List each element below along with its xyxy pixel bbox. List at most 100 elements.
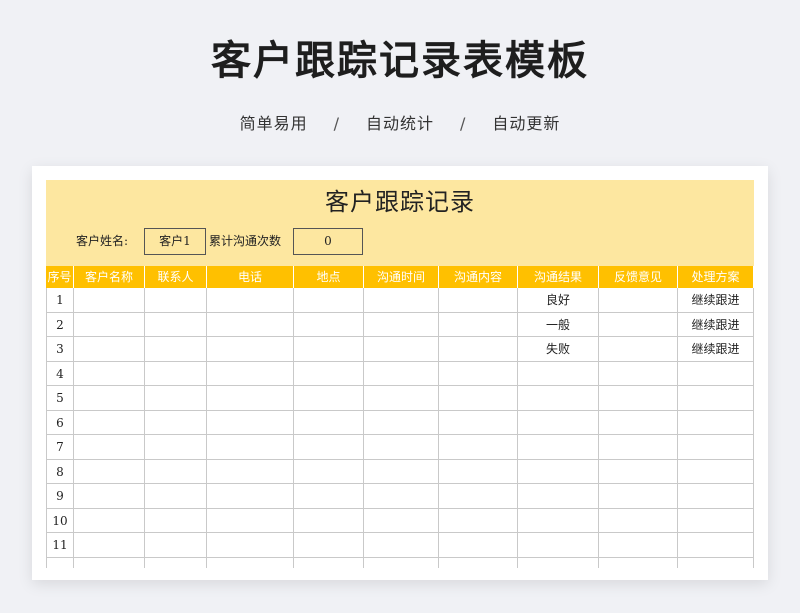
table-cell[interactable] <box>678 459 754 484</box>
table-cell[interactable] <box>599 288 678 313</box>
table-cell[interactable] <box>439 288 518 313</box>
table-cell[interactable] <box>599 508 678 533</box>
table-cell[interactable] <box>364 484 439 509</box>
table-cell[interactable] <box>599 435 678 460</box>
table-cell[interactable] <box>207 533 294 558</box>
table-cell[interactable] <box>207 508 294 533</box>
table-cell[interactable]: 1 <box>46 288 74 313</box>
table-cell[interactable]: 11 <box>46 533 74 558</box>
table-cell[interactable] <box>74 533 145 558</box>
table-cell[interactable]: 一般 <box>518 312 599 337</box>
table-cell[interactable]: 5 <box>46 386 74 411</box>
table-cell[interactable]: 2 <box>46 312 74 337</box>
table-cell[interactable] <box>145 386 207 411</box>
table-cell[interactable] <box>145 361 207 386</box>
table-cell[interactable] <box>678 386 754 411</box>
table-cell[interactable] <box>294 484 364 509</box>
table-cell[interactable] <box>439 557 518 568</box>
table-cell[interactable]: 7 <box>46 435 74 460</box>
table-cell[interactable] <box>145 484 207 509</box>
table-cell[interactable] <box>599 386 678 411</box>
table-cell[interactable] <box>294 557 364 568</box>
table-cell[interactable] <box>364 312 439 337</box>
count-field[interactable]: 0 <box>293 228 363 255</box>
table-cell[interactable] <box>599 361 678 386</box>
table-cell[interactable] <box>294 288 364 313</box>
table-cell[interactable] <box>74 337 145 362</box>
table-cell[interactable] <box>364 557 439 568</box>
table-cell[interactable] <box>599 312 678 337</box>
table-cell[interactable] <box>364 288 439 313</box>
table-cell[interactable] <box>364 508 439 533</box>
table-cell[interactable] <box>518 484 599 509</box>
table-cell[interactable] <box>518 508 599 533</box>
table-cell[interactable] <box>364 459 439 484</box>
table-cell[interactable] <box>439 484 518 509</box>
table-cell[interactable] <box>678 557 754 568</box>
table-cell[interactable]: 良好 <box>518 288 599 313</box>
table-cell[interactable] <box>364 361 439 386</box>
table-cell[interactable] <box>294 435 364 460</box>
table-cell[interactable] <box>599 533 678 558</box>
table-cell[interactable] <box>145 410 207 435</box>
table-cell[interactable] <box>439 533 518 558</box>
table-cell[interactable]: 9 <box>46 484 74 509</box>
table-cell[interactable] <box>599 557 678 568</box>
table-cell[interactable] <box>294 337 364 362</box>
table-cell[interactable] <box>145 508 207 533</box>
table-cell[interactable]: 继续跟进 <box>678 288 754 313</box>
table-cell[interactable] <box>207 288 294 313</box>
table-cell[interactable] <box>439 337 518 362</box>
table-cell[interactable] <box>439 459 518 484</box>
table-cell[interactable] <box>678 435 754 460</box>
table-cell[interactable] <box>207 484 294 509</box>
table-cell[interactable] <box>294 361 364 386</box>
table-cell[interactable] <box>145 312 207 337</box>
table-cell[interactable] <box>518 410 599 435</box>
table-cell[interactable] <box>518 557 599 568</box>
customer-name-field[interactable]: 客户1 <box>144 228 206 255</box>
table-cell[interactable] <box>294 386 364 411</box>
table-cell[interactable] <box>599 410 678 435</box>
table-cell[interactable] <box>294 533 364 558</box>
table-cell[interactable] <box>145 288 207 313</box>
table-cell[interactable] <box>74 435 145 460</box>
table-cell[interactable] <box>145 459 207 484</box>
table-cell[interactable] <box>74 484 145 509</box>
table-cell[interactable] <box>518 386 599 411</box>
table-cell[interactable]: 失败 <box>518 337 599 362</box>
table-cell[interactable]: 4 <box>46 361 74 386</box>
table-cell[interactable] <box>46 557 74 568</box>
table-cell[interactable] <box>145 435 207 460</box>
table-cell[interactable] <box>294 508 364 533</box>
table-cell[interactable] <box>599 459 678 484</box>
table-cell[interactable] <box>74 361 145 386</box>
table-cell[interactable]: 6 <box>46 410 74 435</box>
table-cell[interactable] <box>518 435 599 460</box>
table-cell[interactable] <box>518 533 599 558</box>
table-cell[interactable]: 3 <box>46 337 74 362</box>
table-cell[interactable]: 继续跟进 <box>678 312 754 337</box>
table-cell[interactable] <box>364 337 439 362</box>
table-cell[interactable] <box>599 337 678 362</box>
table-cell[interactable] <box>678 484 754 509</box>
table-cell[interactable] <box>439 508 518 533</box>
table-cell[interactable] <box>74 386 145 411</box>
table-cell[interactable] <box>364 386 439 411</box>
table-cell[interactable] <box>145 557 207 568</box>
table-cell[interactable]: 8 <box>46 459 74 484</box>
table-cell[interactable] <box>364 410 439 435</box>
table-cell[interactable] <box>439 312 518 337</box>
table-cell[interactable] <box>678 361 754 386</box>
table-cell[interactable] <box>678 533 754 558</box>
table-cell[interactable] <box>74 508 145 533</box>
table-cell[interactable] <box>207 337 294 362</box>
table-cell[interactable] <box>74 557 145 568</box>
table-cell[interactable] <box>74 288 145 313</box>
table-cell[interactable] <box>74 410 145 435</box>
table-cell[interactable] <box>207 557 294 568</box>
table-cell[interactable] <box>439 410 518 435</box>
table-cell[interactable]: 10 <box>46 508 74 533</box>
table-cell[interactable] <box>439 361 518 386</box>
table-cell[interactable] <box>294 312 364 337</box>
